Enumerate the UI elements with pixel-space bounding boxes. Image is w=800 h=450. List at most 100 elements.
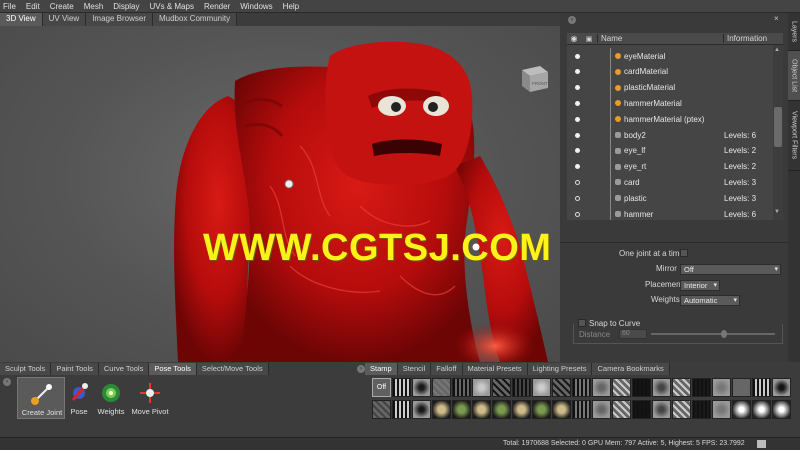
menu-create[interactable]: Create [50, 2, 74, 11]
stamp-swatch[interactable] [532, 400, 551, 419]
stamp-swatch[interactable] [692, 400, 711, 419]
scroll-down-icon[interactable]: ▼ [774, 209, 780, 215]
stamp-swatch[interactable] [432, 378, 451, 397]
stamp-swatch[interactable] [472, 378, 491, 397]
table-row[interactable]: plastic Levels: 3 [567, 190, 773, 207]
stamp-swatch[interactable] [672, 400, 691, 419]
tab-paint-tools[interactable]: Paint Tools [51, 363, 99, 375]
stamp-swatch[interactable] [512, 378, 531, 397]
stamp-tray-collapse-icon[interactable]: › [357, 365, 365, 373]
stamp-swatch[interactable] [472, 400, 491, 419]
stamp-swatch[interactable] [552, 378, 571, 397]
table-row[interactable]: hammerMaterial (ptex) [567, 111, 773, 128]
stamp-swatch[interactable] [632, 400, 651, 419]
stamp-swatch[interactable] [612, 400, 631, 419]
distance-slider-handle[interactable] [721, 330, 727, 338]
move-pivot-tool[interactable]: Move Pivot [126, 377, 174, 419]
stamp-swatch[interactable] [432, 400, 451, 419]
tab-3d-view[interactable]: 3D View [0, 13, 43, 26]
table-row[interactable]: plasticMaterial [567, 79, 773, 96]
column-information[interactable]: Information [723, 34, 783, 43]
visibility-dot-icon[interactable] [575, 116, 580, 122]
stamp-swatch[interactable] [772, 378, 791, 397]
table-row[interactable]: eyeMaterial [567, 48, 773, 64]
table-row[interactable]: eye_rt Levels: 2 [567, 158, 773, 175]
stamp-swatch[interactable] [712, 400, 731, 419]
red-creature-model[interactable] [0, 26, 560, 362]
column-name[interactable]: Name [597, 34, 723, 43]
menu-render[interactable]: Render [204, 2, 230, 11]
stamp-swatch[interactable] [392, 378, 411, 397]
table-row[interactable]: eye_lf Levels: 2 [567, 142, 773, 159]
tab-sculpt-tools[interactable]: Sculpt Tools [0, 363, 52, 375]
visibility-dot-icon[interactable] [575, 100, 580, 106]
visibility-dot-icon[interactable] [575, 195, 580, 201]
side-tab-object-list[interactable]: Object List [788, 51, 800, 101]
lock-icon[interactable]: ▣ [581, 35, 597, 43]
table-row[interactable]: cardMaterial [567, 63, 773, 80]
stamp-off[interactable]: Off [372, 378, 391, 397]
stamp-swatch[interactable] [592, 400, 611, 419]
placement-dropdown[interactable]: Interior ▾ [680, 280, 720, 291]
table-row[interactable]: hammer Levels: 6 [567, 206, 773, 220]
stamp-swatch[interactable] [732, 378, 751, 397]
tab-pose-tools[interactable]: Pose Tools [149, 363, 197, 375]
stamp-swatch[interactable] [392, 400, 411, 419]
tray-collapse-icon[interactable]: › [3, 378, 11, 386]
visibility-dot-icon[interactable] [575, 85, 580, 91]
stamp-swatch[interactable] [772, 400, 791, 419]
stamp-swatch[interactable] [632, 378, 651, 397]
stamp-swatch[interactable] [412, 400, 431, 419]
visibility-dot-icon[interactable] [575, 211, 580, 217]
stamp-swatch[interactable] [732, 400, 751, 419]
menu-file[interactable]: File [3, 2, 16, 11]
stamp-swatch[interactable] [652, 378, 671, 397]
stamp-swatch[interactable] [412, 378, 431, 397]
tab-material-presets[interactable]: Material Presets [462, 363, 528, 375]
stamp-swatch[interactable] [572, 400, 591, 419]
panel-expand-icon[interactable]: › [568, 16, 576, 24]
table-row[interactable]: body2 Levels: 6 [567, 127, 773, 143]
tab-camera-bookmarks[interactable]: Camera Bookmarks [592, 363, 670, 375]
tab-image-browser[interactable]: Image Browser [86, 13, 153, 26]
stamp-swatch[interactable] [672, 378, 691, 397]
side-tab-layers[interactable]: Layers [788, 13, 800, 51]
stamp-swatch[interactable] [692, 378, 711, 397]
view-cube[interactable]: FRONT [518, 64, 550, 94]
stamp-swatch[interactable] [372, 400, 391, 419]
menu-display[interactable]: Display [113, 2, 139, 11]
stamp-swatch[interactable] [752, 378, 771, 397]
stamp-swatch[interactable] [452, 400, 471, 419]
stamp-swatch[interactable] [712, 378, 731, 397]
tab-falloff[interactable]: Falloff [431, 363, 463, 375]
menu-windows[interactable]: Windows [240, 2, 272, 11]
distance-slider-track[interactable] [651, 333, 775, 335]
visibility-dot-icon[interactable] [575, 132, 580, 138]
weights-dropdown[interactable]: Automatic ▾ [680, 295, 740, 306]
menu-help[interactable]: Help [283, 2, 299, 11]
stamp-swatch[interactable] [552, 400, 571, 419]
tab-stamp[interactable]: Stamp [365, 363, 398, 375]
stamp-swatch[interactable] [532, 378, 551, 397]
stamp-swatch[interactable] [652, 400, 671, 419]
stamp-swatch[interactable] [612, 378, 631, 397]
menu-mesh[interactable]: Mesh [84, 2, 104, 11]
one-joint-checkbox[interactable] [680, 249, 688, 257]
table-row[interactable]: card Levels: 3 [567, 174, 773, 191]
scroll-thumb[interactable] [774, 107, 782, 147]
stamp-swatch[interactable] [492, 400, 511, 419]
visibility-dot-icon[interactable] [575, 69, 580, 75]
tab-lighting-presets[interactable]: Lighting Presets [527, 363, 593, 375]
visibility-dot-icon[interactable] [575, 148, 580, 154]
visibility-dot-icon[interactable] [575, 53, 580, 59]
stamp-swatch[interactable] [492, 378, 511, 397]
tab-curve-tools[interactable]: Curve Tools [98, 363, 150, 375]
side-tab-viewport-filters[interactable]: Viewport Filters [788, 101, 800, 171]
stamp-swatch[interactable] [592, 378, 611, 397]
visibility-eye-icon[interactable]: ◉ [567, 34, 581, 43]
tab-uv-view[interactable]: UV View [42, 13, 87, 26]
panel-close-icon[interactable]: × [774, 15, 782, 23]
tab-select-move-tools[interactable]: Select/Move Tools [196, 363, 269, 375]
scroll-up-icon[interactable]: ▲ [774, 47, 780, 53]
tab-stencil[interactable]: Stencil [397, 363, 432, 375]
